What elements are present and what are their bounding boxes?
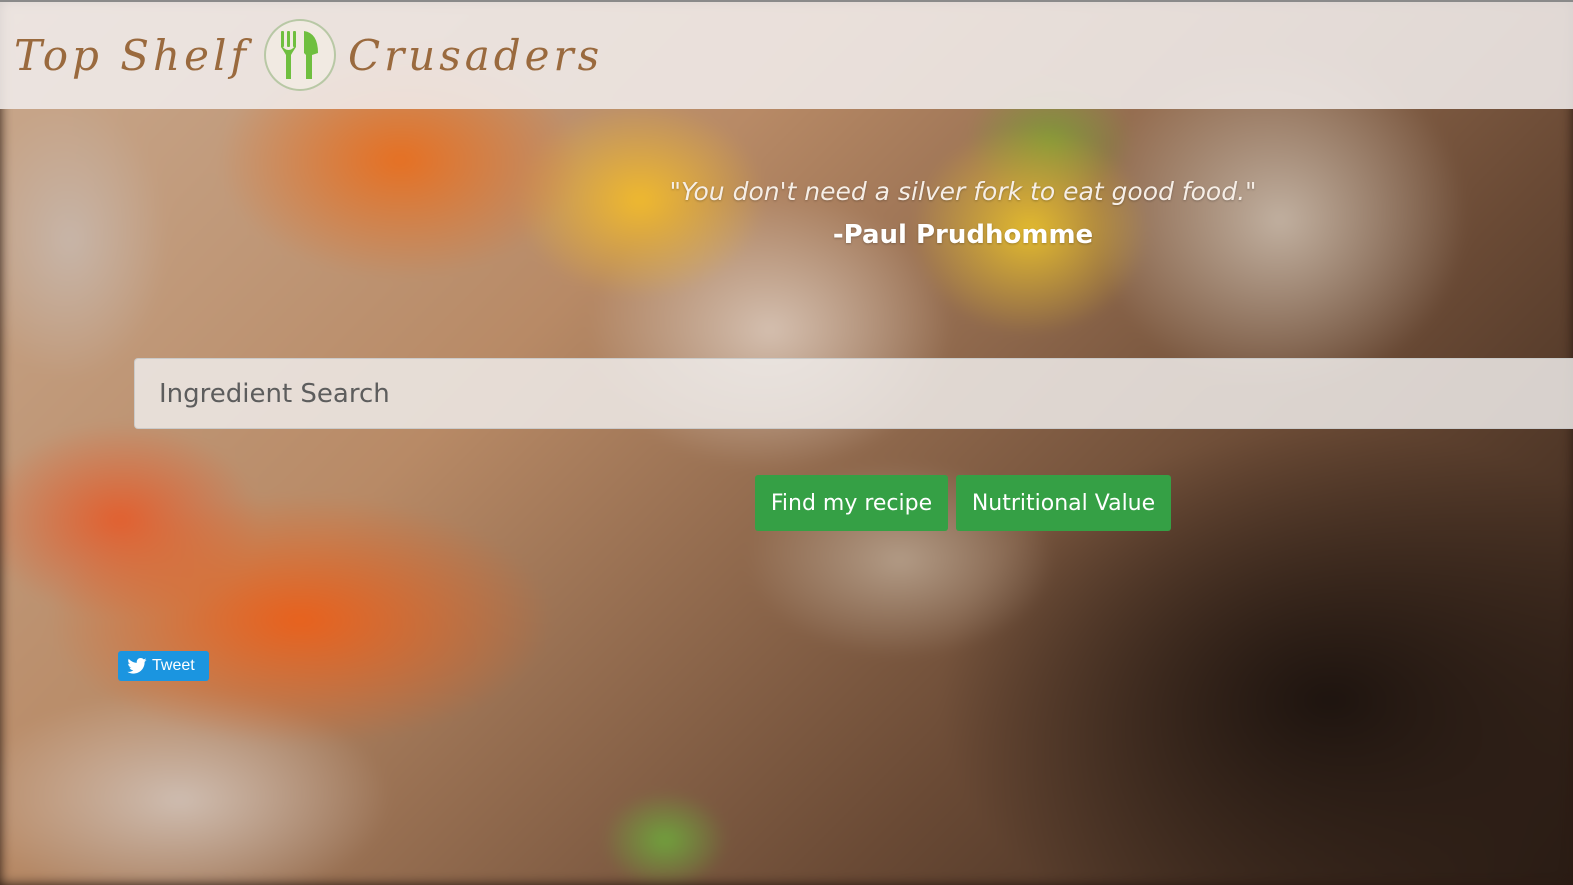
navbar: Top Shelf Crusaders (0, 2, 1573, 109)
nutritional-value-button[interactable]: Nutritional Value (956, 475, 1171, 531)
tweet-button[interactable]: Tweet (118, 651, 209, 681)
page: Top Shelf Crusaders "You don't need a si… (0, 0, 1573, 885)
brand-name-left: Top Shelf (14, 30, 250, 80)
background-image (0, 0, 1573, 885)
hero-quote: "You don't need a silver fork to eat goo… (600, 172, 1326, 258)
brand-logo-link[interactable]: Top Shelf Crusaders (14, 19, 604, 91)
ingredient-search-input[interactable] (134, 358, 1573, 429)
twitter-bird-icon (127, 658, 147, 674)
quote-text: "You don't need a silver fork to eat goo… (669, 177, 1257, 206)
find-recipe-button[interactable]: Find my recipe (755, 475, 948, 531)
brand-name-right: Crusaders (347, 30, 604, 80)
tweet-label: Tweet (152, 657, 195, 674)
quote-author: -Paul Prudhomme (832, 220, 1094, 250)
fork-knife-icon (263, 19, 336, 91)
